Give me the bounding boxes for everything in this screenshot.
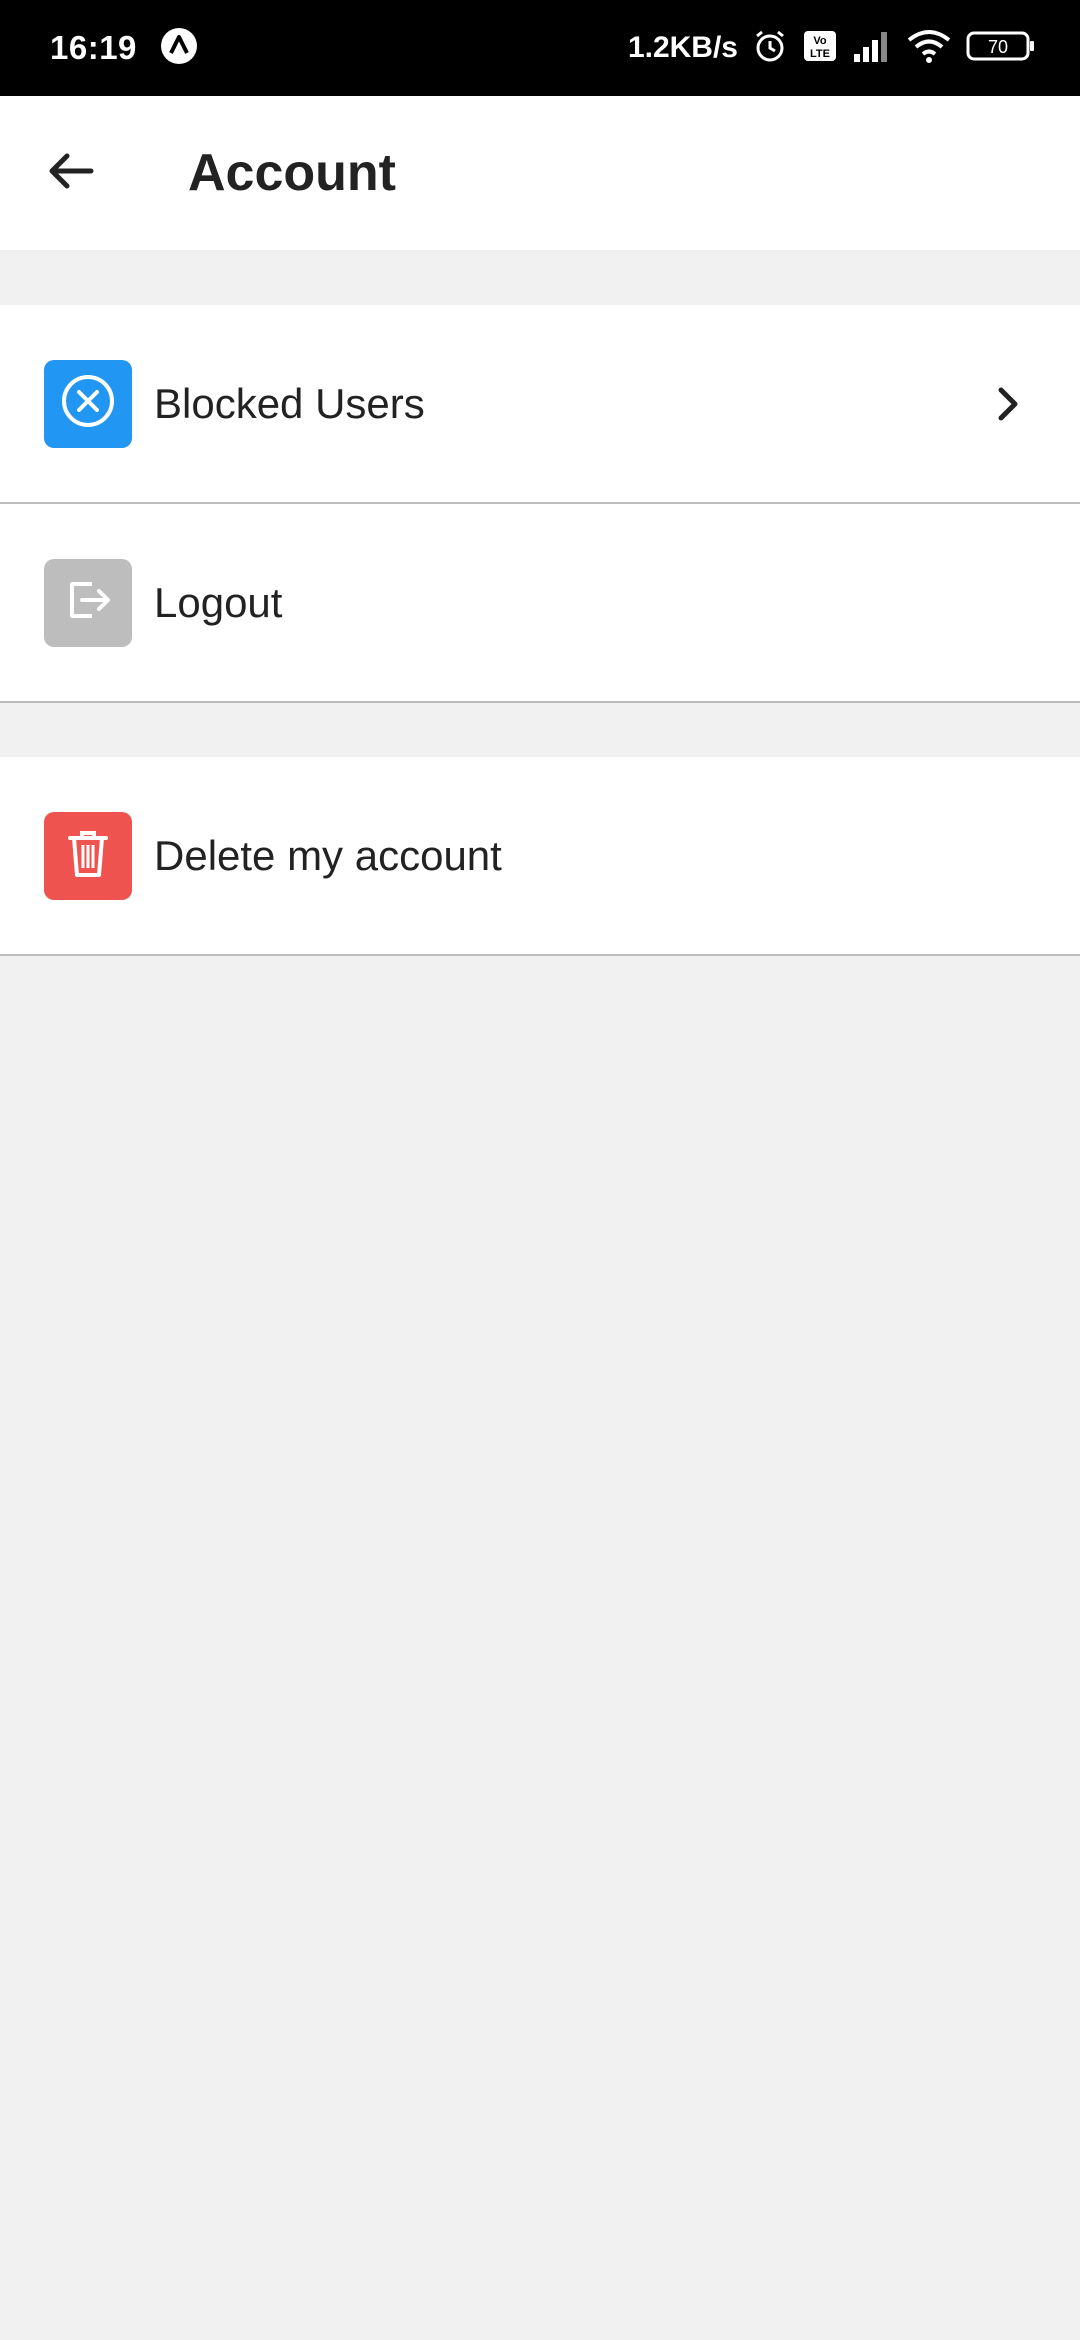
logout-icon-tile — [44, 558, 132, 647]
chevron-right-icon — [988, 384, 1028, 424]
battery-icon: 70 — [966, 28, 1036, 69]
arrow-left-icon — [45, 145, 97, 202]
svg-text:LTE: LTE — [810, 48, 830, 60]
logout-icon — [58, 570, 118, 635]
status-bar-right: 1.2KB/s Vo LTE 70 — [628, 28, 1036, 69]
network-speed: 1.2KB/s — [627, 31, 738, 64]
delete-account-row[interactable]: Delete my account — [0, 757, 1080, 956]
nav-arrow-icon — [159, 26, 199, 71]
status-time: 16:19 — [50, 29, 137, 66]
blocked-users-row[interactable]: Blocked Users — [0, 305, 1080, 504]
signal-icon — [852, 28, 892, 69]
trash-icon — [58, 823, 118, 888]
svg-text:Vo: Vo — [813, 35, 827, 47]
alarm-icon — [752, 28, 788, 69]
x-circle-icon — [58, 371, 118, 436]
delete-account-label: Delete my account — [154, 831, 502, 879]
status-bar: 16:19 1.2KB/s Vo LTE 70 — [0, 0, 1080, 96]
logout-label: Logout — [154, 578, 283, 626]
settings-group-1: Blocked Users Logout — [0, 305, 1080, 703]
logout-row[interactable]: Logout — [0, 504, 1080, 703]
wifi-icon — [906, 28, 952, 69]
blocked-users-label: Blocked Users — [154, 379, 425, 427]
battery-level: 70 — [988, 37, 1008, 57]
delete-account-icon-tile — [44, 811, 132, 900]
back-button[interactable] — [26, 128, 116, 218]
status-bar-left: 16:19 — [50, 26, 199, 71]
page-title: Account — [188, 144, 396, 202]
app-bar: Account — [0, 96, 1080, 250]
blocked-users-icon-tile — [44, 359, 132, 448]
volte-icon: Vo LTE — [802, 28, 838, 69]
settings-group-2: Delete my account — [0, 757, 1080, 956]
